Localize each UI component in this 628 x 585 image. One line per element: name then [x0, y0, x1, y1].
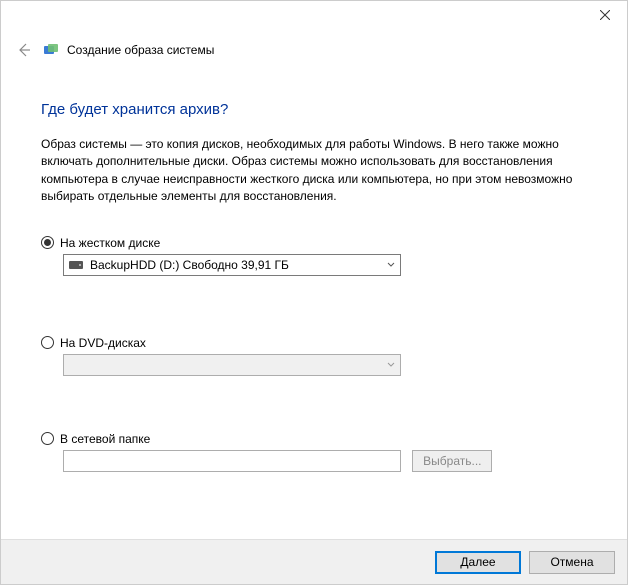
page-description: Образ системы — это копия дисков, необхо…	[41, 136, 587, 206]
wizard-window: Создание образа системы Где будет хранит…	[0, 0, 628, 585]
radio-hdd[interactable]: На жестком диске	[41, 236, 587, 250]
option-dvd: На DVD-дисках	[41, 336, 587, 376]
titlebar	[1, 1, 627, 31]
hard-drive-icon	[68, 257, 84, 273]
wizard-footer: Далее Отмена	[1, 539, 627, 584]
wizard-title: Создание образа системы	[67, 43, 214, 57]
page-heading: Где будет хранится архив?	[41, 101, 587, 118]
browse-button: Выбрать...	[412, 450, 492, 472]
hdd-drive-selected-text: BackupHDD (D:) Свободно 39,91 ГБ	[90, 258, 382, 272]
radio-network[interactable]: В сетевой папке	[41, 432, 587, 446]
dvd-drive-select	[63, 354, 401, 376]
close-icon	[600, 10, 610, 20]
system-image-icon	[43, 42, 59, 58]
radio-hdd-indicator	[41, 236, 54, 249]
radio-network-indicator	[41, 432, 54, 445]
cancel-button[interactable]: Отмена	[529, 551, 615, 574]
next-button[interactable]: Далее	[435, 551, 521, 574]
option-hdd: На жестком диске BackupHDD (D:) Свободно…	[41, 236, 587, 276]
chevron-down-icon	[382, 255, 400, 275]
radio-network-label: В сетевой папке	[60, 432, 150, 446]
option-network: В сетевой папке Выбрать...	[41, 432, 587, 472]
network-path-input[interactable]	[63, 450, 401, 472]
radio-dvd-indicator	[41, 336, 54, 349]
back-button[interactable]	[13, 39, 35, 61]
radio-hdd-label: На жестком диске	[60, 236, 160, 250]
wizard-content: Где будет хранится архив? Образ системы …	[1, 69, 627, 539]
hdd-drive-select[interactable]: BackupHDD (D:) Свободно 39,91 ГБ	[63, 254, 401, 276]
radio-dvd-label: На DVD-дисках	[60, 336, 146, 350]
back-arrow-icon	[16, 42, 32, 58]
chevron-down-icon	[382, 355, 400, 375]
wizard-header: Создание образа системы	[1, 31, 627, 69]
radio-dvd[interactable]: На DVD-дисках	[41, 336, 587, 350]
close-button[interactable]	[582, 1, 627, 29]
